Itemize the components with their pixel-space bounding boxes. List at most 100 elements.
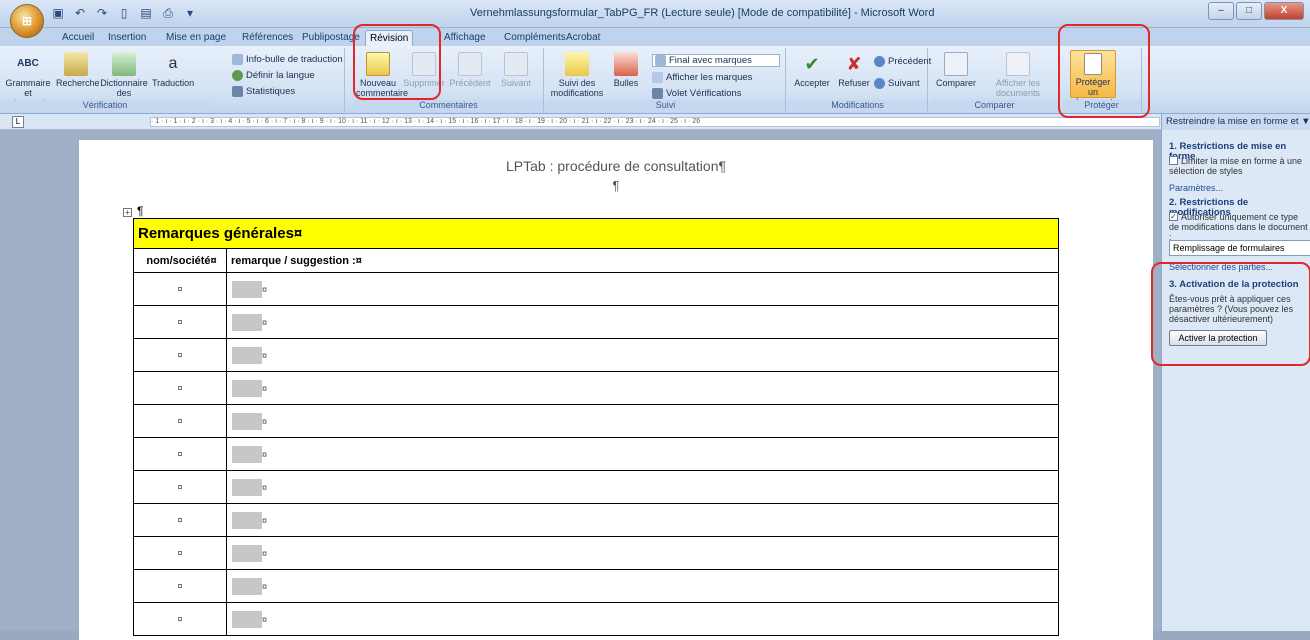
office-button[interactable]: ⊞ (10, 4, 44, 38)
name-cell[interactable]: ¤ (133, 272, 227, 306)
compare-button[interactable]: Comparer (934, 52, 978, 88)
remark-cell[interactable]: ¤ (226, 272, 1059, 306)
redo-icon[interactable]: ↷ (94, 5, 110, 21)
review-display-icon (655, 55, 666, 66)
translate-button[interactable]: a Traduction (152, 52, 194, 88)
reviewing-pane-icon (652, 88, 663, 99)
cell-mark: ¤ (262, 448, 268, 459)
group-label-verification: Vérification (0, 100, 210, 112)
name-cell[interactable]: ¤ (133, 437, 227, 471)
set-language-button[interactable]: Définir la langue (232, 70, 315, 81)
tab-affichage[interactable]: Affichage (440, 30, 490, 46)
table-row: ¤ ¤ (133, 569, 1059, 603)
tab-complements[interactable]: Compléments (500, 30, 570, 46)
table-row: ¤ ¤ (133, 503, 1059, 537)
name-cell[interactable]: ¤ (133, 305, 227, 339)
limit-formatting-option[interactable]: Limiter la mise en forme à une sélection… (1169, 156, 1309, 176)
show-markup-icon (652, 72, 663, 83)
formatting-settings-link[interactable]: Paramètres... (1169, 183, 1309, 193)
table-row: ¤ ¤ (133, 338, 1059, 372)
statistics-button[interactable]: Statistiques (232, 86, 295, 97)
name-cell[interactable]: ¤ (133, 470, 227, 504)
table-row: ¤ ¤ (133, 305, 1059, 339)
tab-accueil[interactable]: Accueil (58, 30, 98, 46)
cell-mark: ¤ (177, 581, 183, 591)
form-field[interactable] (232, 577, 262, 595)
next-comment-button[interactable]: Suivant (494, 52, 538, 88)
research-button[interactable]: Recherche (56, 52, 100, 88)
limit-formatting-checkbox[interactable] (1169, 156, 1178, 165)
previous-comment-icon (458, 52, 482, 76)
translation-tooltip-button[interactable]: Info-bulle de traduction (232, 54, 343, 65)
cell-mark: ¤ (262, 415, 268, 426)
document-page[interactable]: LPTab : procédure de consultation¶ ¶ + ¶… (79, 140, 1153, 640)
close-button[interactable]: X (1264, 2, 1304, 20)
form-field[interactable] (232, 280, 262, 298)
name-cell[interactable]: ¤ (133, 371, 227, 405)
remark-cell[interactable]: ¤ (226, 371, 1059, 405)
reject-button[interactable]: ✘ Refuser (834, 52, 874, 88)
remarks-table: Remarques générales¤ nom/société¤ remarq… (133, 218, 1059, 636)
annotation-protection-section (1151, 262, 1310, 366)
form-field[interactable] (232, 412, 262, 430)
remark-cell[interactable]: ¤ (226, 437, 1059, 471)
cell-mark: ¤ (262, 316, 268, 327)
maximize-button[interactable]: □ (1236, 2, 1262, 20)
cell-mark: ¤ (177, 284, 183, 294)
remark-cell[interactable]: ¤ (226, 404, 1059, 438)
form-field[interactable] (232, 511, 262, 529)
form-field[interactable] (232, 544, 262, 562)
name-cell[interactable]: ¤ (133, 338, 227, 372)
minimize-button[interactable]: – (1208, 2, 1234, 20)
table-row: ¤ ¤ (133, 470, 1059, 504)
remark-cell[interactable]: ¤ (226, 338, 1059, 372)
allow-editing-option[interactable]: ✓ Autoriser uniquement ce type de modific… (1169, 212, 1309, 242)
form-field[interactable] (232, 379, 262, 397)
customize-qat-icon[interactable]: ▾ (182, 5, 198, 21)
form-field[interactable] (232, 313, 262, 331)
pane-title[interactable]: Restreindre la mise en forme et ▼ (1162, 114, 1310, 130)
previous-comment-button[interactable]: Précédent (448, 52, 492, 88)
previous-change-button[interactable]: Précédent (874, 56, 931, 67)
display-for-review-select[interactable]: Final avec marques (652, 54, 780, 68)
table-move-handle[interactable]: + (123, 208, 132, 217)
form-field[interactable] (232, 445, 262, 463)
window-title: Vernehmlassungsformular_TabPG_FR (Lectur… (470, 7, 935, 19)
remark-cell[interactable]: ¤ (226, 503, 1059, 537)
save-as-icon[interactable]: ▤ (138, 5, 154, 21)
track-changes-button[interactable]: Suivi des modifications (550, 52, 604, 98)
tab-mise-en-page[interactable]: Mise en page (162, 30, 230, 46)
tab-references[interactable]: Références (238, 30, 297, 46)
allow-editing-checkbox[interactable]: ✓ (1169, 212, 1178, 221)
remark-cell[interactable]: ¤ (226, 470, 1059, 504)
ruler: L · 1 · ı · 1 · ı · 2 · ı · 3 · ı · 4 · … (0, 114, 1161, 130)
remark-cell[interactable]: ¤ (226, 569, 1059, 603)
form-field[interactable] (232, 478, 262, 496)
new-doc-icon[interactable]: ▯ (116, 5, 132, 21)
form-field[interactable] (232, 346, 262, 364)
name-cell[interactable]: ¤ (133, 536, 227, 570)
table-row: ¤ ¤ (133, 437, 1059, 471)
reviewing-pane-button[interactable]: Volet Vérifications (652, 88, 742, 99)
cell-mark: ¤ (177, 416, 183, 426)
group-compare: Comparer Afficher les documents sources … (930, 48, 1060, 112)
name-cell[interactable]: ¤ (133, 569, 227, 603)
undo-icon[interactable]: ↶ (72, 5, 88, 21)
tab-acrobat[interactable]: Acrobat (562, 30, 604, 46)
next-change-button[interactable]: Suivant (874, 78, 920, 89)
editing-type-select[interactable]: Remplissage de formulaires (1169, 240, 1310, 256)
cell-mark: ¤ (262, 349, 268, 360)
name-cell[interactable]: ¤ (133, 503, 227, 537)
save-icon[interactable]: ▣ (50, 5, 66, 21)
tab-insertion[interactable]: Insertion (104, 30, 150, 46)
bubbles-button[interactable]: Bulles (606, 52, 646, 88)
accept-button[interactable]: ✔ Accepter (792, 52, 832, 88)
horizontal-ruler[interactable]: · 1 · ı · 1 · ı · 2 · ı · 3 · ı · 4 · ı … (150, 117, 1160, 127)
show-markup-button[interactable]: Afficher les marques (652, 72, 752, 83)
tab-selector[interactable]: L (12, 116, 24, 128)
name-cell[interactable]: ¤ (133, 404, 227, 438)
remark-cell[interactable]: ¤ (226, 305, 1059, 339)
print-icon[interactable]: ⎙ (160, 5, 176, 21)
remark-cell[interactable]: ¤ (226, 536, 1059, 570)
form-field[interactable] (232, 610, 262, 628)
